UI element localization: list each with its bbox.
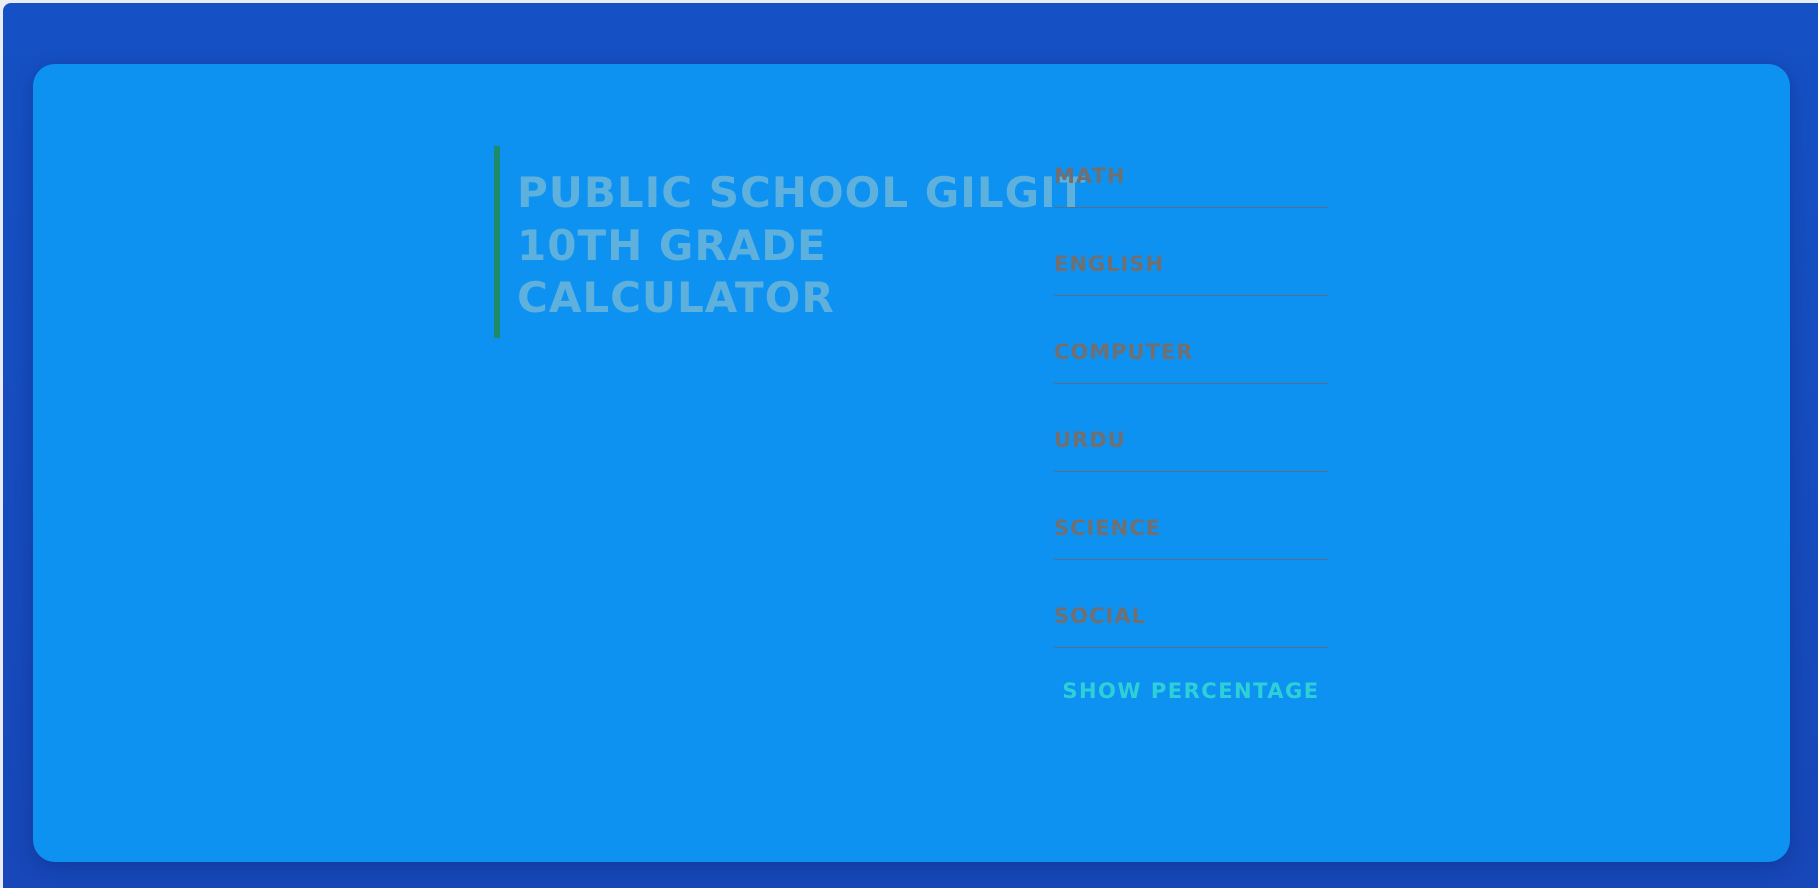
social-input[interactable]: [1054, 600, 1328, 648]
title-accent-bar: [494, 146, 500, 338]
math-field: [1054, 160, 1328, 208]
urdu-field: [1054, 424, 1328, 472]
english-field: [1054, 248, 1328, 296]
social-field: [1054, 600, 1328, 648]
page-title-line-3: CALCULATOR: [517, 273, 835, 322]
computer-input[interactable]: [1054, 336, 1328, 384]
title-block: PUBLIC SCHOOL GILGIT 10TH GRADE CALCULAT…: [494, 146, 1085, 338]
math-input[interactable]: [1054, 160, 1328, 208]
english-input[interactable]: [1054, 248, 1328, 296]
urdu-input[interactable]: [1054, 424, 1328, 472]
science-field: [1054, 512, 1328, 560]
computer-field: [1054, 336, 1328, 384]
page-title-line-1: PUBLIC SCHOOL GILGIT: [517, 168, 1087, 217]
science-input[interactable]: [1054, 512, 1328, 560]
show-percentage-button[interactable]: SHOW PERCENTAGE: [1054, 676, 1328, 706]
page-title-line-2: 10TH GRADE: [517, 221, 827, 270]
